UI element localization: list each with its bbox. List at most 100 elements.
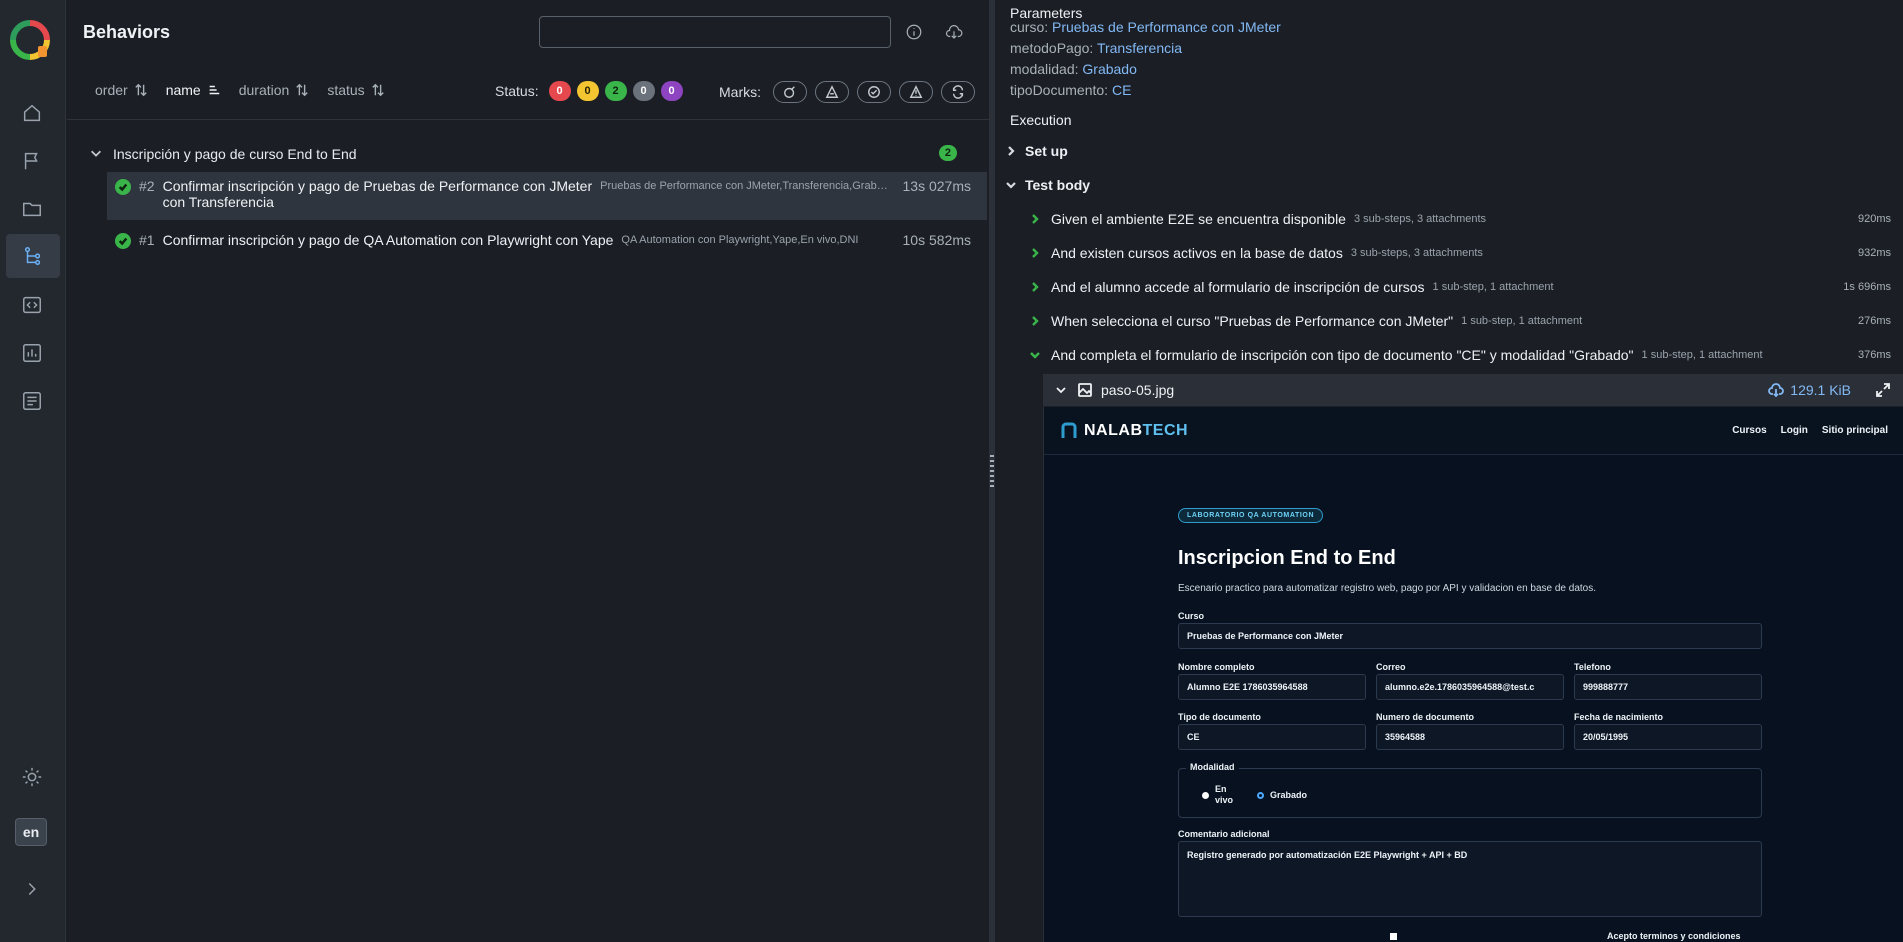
divider	[67, 119, 989, 120]
search-input[interactable]	[539, 16, 891, 48]
sort-arrows-icon	[296, 83, 309, 97]
attachment-header[interactable]: paso-05.jpg 129.1 KiB	[1043, 374, 1903, 406]
mark-new-broken-icon[interactable]	[899, 81, 933, 103]
testbody-section[interactable]: Test body	[1005, 177, 1090, 193]
packages-code-icon[interactable]	[17, 290, 47, 320]
param-value: Grabado	[1082, 61, 1137, 77]
attachment-size: 129.1 KiB	[1790, 382, 1851, 398]
expand-icon[interactable]	[1875, 382, 1891, 398]
param-value: Pruebas de Performance con JMeter	[1052, 19, 1281, 35]
download-cloud-icon	[1768, 383, 1785, 398]
status-broken-pill[interactable]: 0	[576, 81, 599, 101]
shot-checkbox	[1390, 933, 1397, 940]
step-row[interactable]: Given el ambiente E2E se encuentra dispo…	[1029, 209, 1891, 229]
sort-order-label: order	[95, 82, 128, 98]
test-row[interactable]: #1 Confirmar inscripción y pago de QA Au…	[107, 226, 987, 256]
step-meta: 3 sub-steps, 3 attachments	[1353, 213, 1487, 225]
shot-label: Correo	[1376, 662, 1406, 672]
param-row: metodoPago: Transferencia	[1010, 40, 1183, 56]
mark-new-failed-icon[interactable]	[815, 81, 849, 103]
sort-status-label: status	[327, 82, 365, 98]
shot-radio-grabado: Grabado	[1257, 790, 1307, 800]
download-cloud-icon[interactable]	[944, 22, 964, 42]
param-key: tipoDocumento	[1010, 82, 1105, 98]
sort-status[interactable]: status	[327, 82, 384, 98]
step-name: And el alumno accede al formulario de in…	[1051, 279, 1425, 295]
test-duration: 10s 582ms	[902, 232, 971, 248]
shot-field: 20/05/1995	[1574, 724, 1762, 750]
shot-field: Alumno E2E 1786035964588	[1178, 674, 1366, 700]
shot-radio-dot	[1202, 791, 1209, 799]
shot-label: Numero de documento	[1376, 712, 1475, 722]
step-name: And existen cursos activos en la base de…	[1051, 245, 1343, 261]
status-unknown-pill[interactable]: 0	[660, 81, 683, 101]
param-value: CE	[1111, 82, 1132, 98]
param-key: modalidad	[1010, 61, 1075, 77]
step-duration: 276ms	[1857, 315, 1891, 327]
step-row[interactable]: And existen cursos activos en la base de…	[1029, 243, 1891, 263]
step-name: And completa el formulario de inscripció…	[1051, 347, 1634, 363]
shot-radio-label: En vivo	[1215, 784, 1233, 806]
sort-duration[interactable]: duration	[239, 82, 310, 98]
step-row[interactable]: And completa el formulario de inscripció…	[1029, 345, 1891, 365]
setup-section[interactable]: Set up	[1005, 143, 1068, 159]
mark-flaky-icon[interactable]	[773, 81, 807, 103]
chevron-down-icon	[1006, 182, 1016, 189]
allure-logo[interactable]	[10, 20, 50, 60]
status-passed-pill[interactable]: 2	[604, 81, 627, 101]
setup-title: Set up	[1025, 143, 1068, 159]
theme-sun-icon[interactable]	[17, 762, 47, 792]
image-icon	[1078, 383, 1092, 397]
step-duration: 376ms	[1857, 349, 1891, 361]
graphs-chart-icon[interactable]	[17, 338, 47, 368]
chevron-down-icon	[89, 146, 105, 162]
overview-icon[interactable]	[17, 98, 47, 128]
test-duration: 13s 027ms	[902, 178, 971, 194]
timeline-list-icon[interactable]	[17, 386, 47, 416]
nav-rail: en	[0, 0, 66, 942]
step-name: Given el ambiente E2E se encuentra dispo…	[1051, 211, 1346, 227]
shot-radio-envivo: En vivo	[1202, 784, 1233, 806]
sort-name[interactable]: name	[166, 82, 221, 98]
shot-label: Tipo de documento	[1178, 712, 1261, 722]
categories-flag-icon[interactable]	[17, 146, 47, 176]
shot-select: CE	[1178, 724, 1366, 750]
behavior-group[interactable]: Inscripción y pago de curso End to End 2	[89, 143, 969, 165]
mark-retries-icon[interactable]	[941, 81, 975, 103]
step-row[interactable]: When selecciona el curso "Pruebas de Per…	[1029, 311, 1891, 331]
brand-logo-icon	[1061, 422, 1077, 438]
shot-textarea: Registro generado por automatización E2E…	[1178, 841, 1762, 917]
sort-order[interactable]: order	[95, 82, 148, 98]
info-icon[interactable]	[904, 22, 924, 42]
param-value: Transferencia	[1096, 40, 1183, 56]
status-filter-label: Status:	[495, 83, 539, 99]
param-row: tipoDocumento: CE	[1010, 82, 1132, 98]
step-duration: 932ms	[1857, 247, 1891, 259]
passed-check-icon	[115, 233, 131, 249]
shot-label: Curso	[1178, 611, 1205, 621]
testbody-title: Test body	[1025, 177, 1091, 193]
shot-nav-links: Cursos Login Sitio principal	[1732, 425, 1888, 436]
language-button[interactable]: en	[15, 818, 47, 846]
test-number: #1	[139, 232, 155, 248]
status-skipped-pill[interactable]: 0	[632, 81, 655, 101]
attachment-download[interactable]: 129.1 KiB	[1768, 382, 1851, 398]
param-key: curso	[1010, 19, 1045, 35]
marks-filter: Marks:	[719, 81, 975, 103]
step-row[interactable]: And el alumno accede al formulario de in…	[1029, 277, 1891, 297]
suites-folder-icon[interactable]	[17, 194, 47, 224]
status-failed-pill[interactable]: 0	[548, 81, 571, 101]
shot-subtitle: Escenario practico para automatizar regi…	[1178, 583, 1597, 594]
test-details-panel: Parameters curso: Pruebas de Performance…	[995, 0, 1903, 942]
drag-handle-icon[interactable]	[990, 455, 994, 487]
expand-chevron-icon[interactable]	[17, 874, 47, 904]
step-meta: 1 sub-step, 1 attachment	[1461, 315, 1583, 327]
mark-new-passed-icon[interactable]	[857, 81, 891, 103]
shot-navbar: NALAB TECH Cursos Login Sitio principal	[1044, 407, 1903, 455]
chevron-right-icon	[1032, 214, 1039, 224]
sort-arrows-icon	[371, 83, 384, 97]
test-row[interactable]: #2 Confirmar inscripción y pago de Prueb…	[107, 172, 987, 220]
behaviors-tree-icon[interactable]	[6, 234, 60, 278]
status-filter: Status: 0 0 2 0 0	[495, 81, 683, 101]
sort-name-label: name	[165, 82, 201, 98]
